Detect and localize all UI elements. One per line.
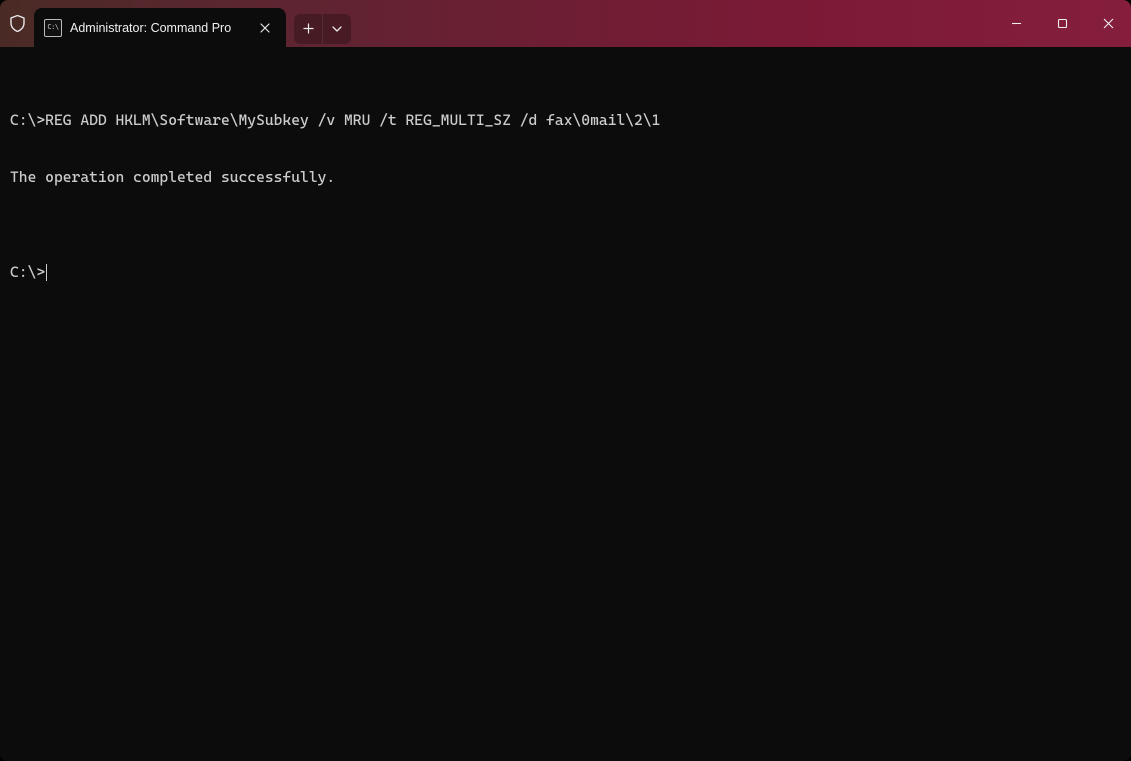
tab-close-button[interactable] [254, 17, 276, 39]
tab-title: Administrator: Command Pro [70, 21, 248, 35]
terminal-tab[interactable]: C:\ Administrator: Command Pro [34, 8, 286, 47]
minimize-icon [1011, 18, 1022, 29]
minimize-button[interactable] [993, 0, 1039, 47]
close-icon [260, 23, 270, 33]
terminal-window: C:\ Administrator: Command Pro [0, 0, 1131, 761]
cmd-icon: C:\ [44, 19, 62, 37]
tab-dropdown-button[interactable] [322, 14, 351, 44]
new-tab-button[interactable] [294, 14, 322, 44]
tab-actions [294, 14, 351, 44]
terminal-line: The operation completed successfully. [10, 168, 1127, 187]
window-controls [993, 0, 1131, 47]
chevron-down-icon [332, 26, 342, 32]
close-window-button[interactable] [1085, 0, 1131, 47]
text-cursor [46, 264, 47, 281]
shield-icon [0, 0, 34, 47]
titlebar-left: C:\ Administrator: Command Pro [0, 0, 351, 47]
titlebar-drag-region[interactable] [351, 0, 993, 47]
terminal-line: C:\>REG ADD HKLM\Software\MySubkey /v MR… [10, 111, 1127, 130]
terminal-prompt: C:\> [10, 263, 45, 281]
maximize-icon [1057, 18, 1068, 29]
window-close-icon [1103, 18, 1114, 29]
titlebar[interactable]: C:\ Administrator: Command Pro [0, 0, 1131, 47]
terminal-output[interactable]: C:\>REG ADD HKLM\Software\MySubkey /v MR… [0, 47, 1131, 761]
terminal-prompt-line: C:\> [10, 263, 1127, 282]
plus-icon [303, 23, 314, 34]
maximize-button[interactable] [1039, 0, 1085, 47]
